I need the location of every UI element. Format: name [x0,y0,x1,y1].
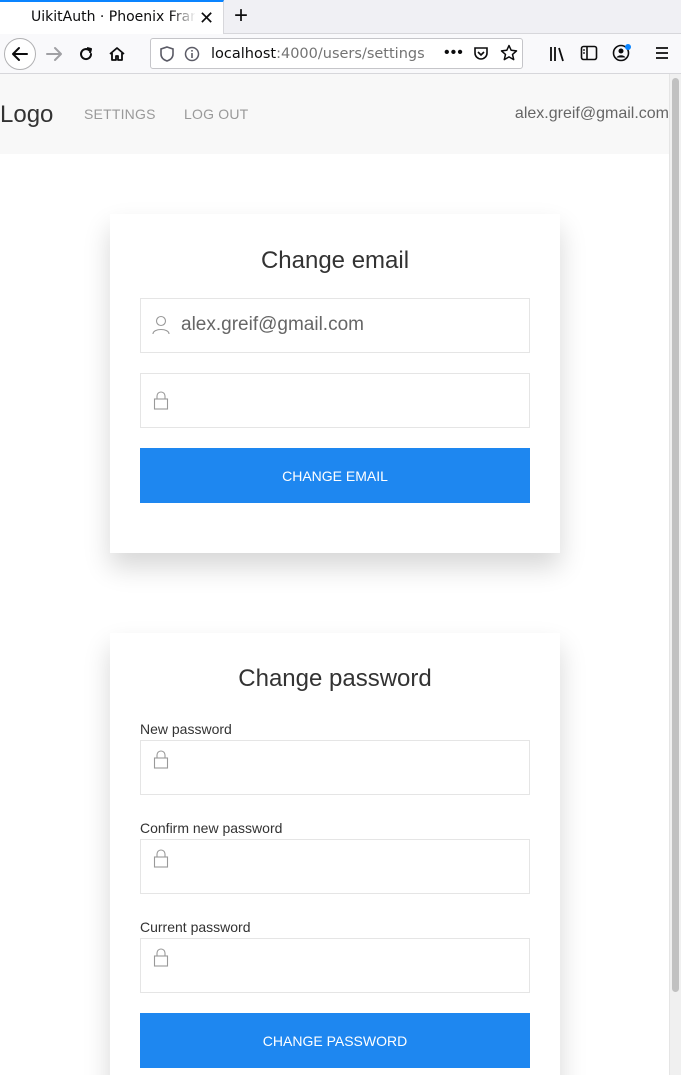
nav-link-log-out[interactable]: Log out [184,106,248,122]
shield-icon[interactable] [160,46,174,67]
sidebar-icon[interactable] [580,45,598,66]
menu-icon[interactable] [654,45,670,66]
pocket-icon[interactable] [473,45,489,66]
change-email-card: Change email alex.greif@gmail.com Change… [110,214,560,553]
confirm-password-field[interactable] [140,839,530,894]
logo[interactable]: Logo [0,101,53,129]
new-password-label: New password [140,721,232,737]
account-icon[interactable] [612,44,632,67]
email-field-value: alex.greif@gmail.com [181,314,364,335]
url-text[interactable]: localhost:4000/users/settings [211,46,425,62]
reload-icon[interactable] [70,38,102,70]
change-email-title: Change email [260,247,410,274]
confirm-password-label: Confirm new password [140,820,283,836]
bookmark-star-icon[interactable] [500,44,518,67]
address-bar[interactable]: localhost:4000/users/settings ••• [150,38,523,69]
email-current-password-field[interactable] [140,373,530,428]
library-icon[interactable] [549,46,567,67]
user-icon [152,315,170,335]
url-path: :4000/users/settings [276,46,425,62]
url-host: localhost [211,46,277,62]
forward-arrow-icon[interactable] [38,38,70,70]
change-password-card: Change password New password Confirm new… [110,633,560,1075]
browser-tab-bar: UikitAuth · Phoenix Framework ✕ + [0,0,681,34]
lock-icon [152,749,170,769]
change-password-button[interactable]: Change password [140,1013,530,1068]
lock-icon [152,390,170,410]
user-email: alex.greif@gmail.com [514,105,669,122]
close-tab-icon[interactable]: ✕ [199,7,214,29]
current-password-field[interactable] [140,938,530,993]
browser-nav-bar: localhost:4000/users/settings ••• [0,34,681,74]
current-password-label: Current password [140,919,251,935]
home-icon[interactable] [101,38,133,70]
change-password-title: Change password [238,665,432,692]
email-field[interactable]: alex.greif@gmail.com [140,298,530,353]
tab-title-fade [170,6,196,30]
new-tab-icon[interactable]: + [229,3,253,29]
lock-icon [152,947,170,967]
change-email-button[interactable]: Change email [140,448,530,503]
info-icon[interactable] [184,46,200,67]
page-actions-icon[interactable]: ••• [444,44,464,62]
browser-tab[interactable]: UikitAuth · Phoenix Framework ✕ [0,0,224,34]
page-scrollbar[interactable] [669,74,681,1075]
new-password-field[interactable] [140,740,530,795]
back-arrow-icon[interactable] [4,38,36,70]
nav-link-settings[interactable]: Settings [84,106,156,122]
lock-icon [152,848,170,868]
site-header: Logo Settings Log out alex.greif@gmail.c… [0,74,669,154]
scrollbar-thumb[interactable] [672,78,679,992]
